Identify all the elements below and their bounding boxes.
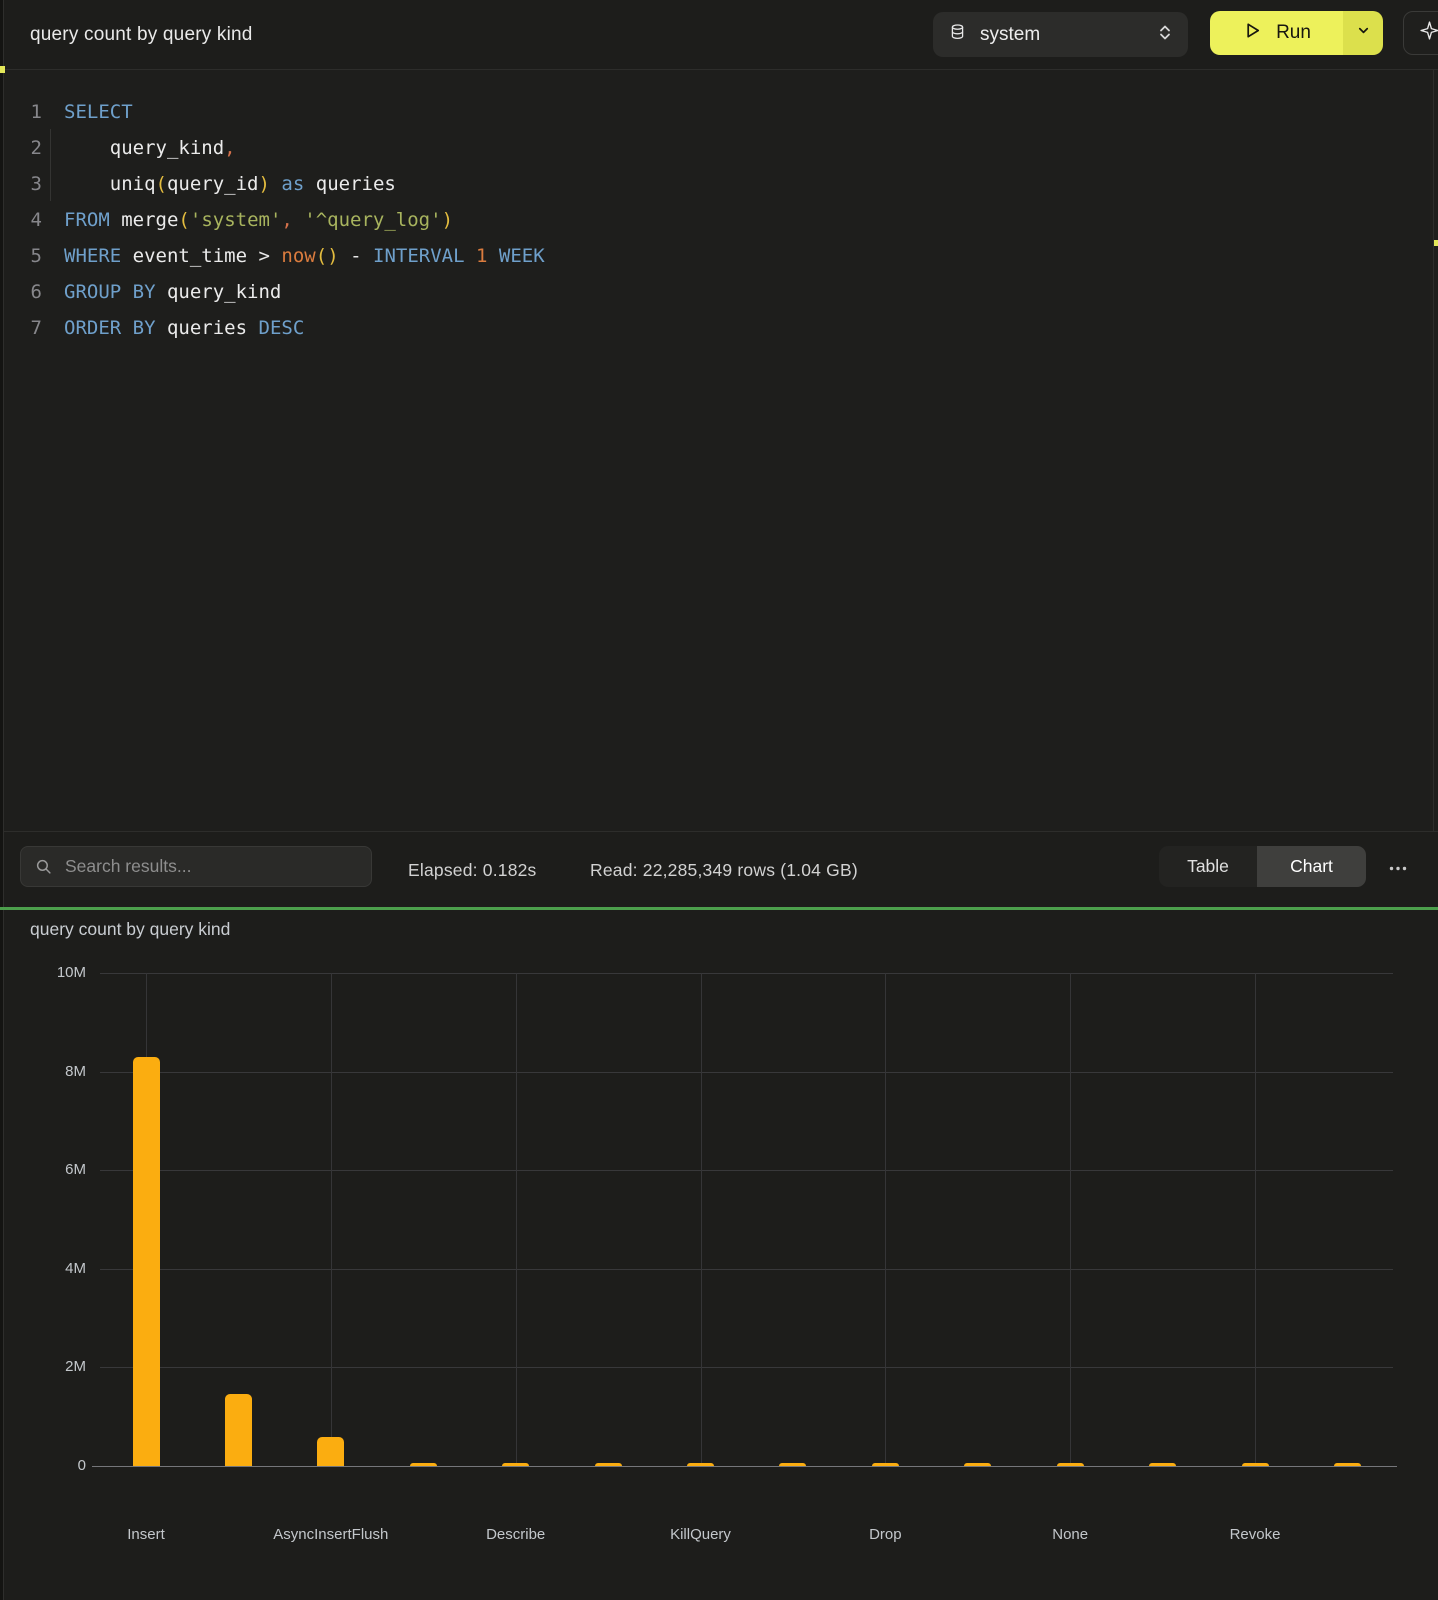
x-axis-label: Insert — [56, 1525, 236, 1545]
editor-lines: 1SELECT2 query_kind,3 uniq(query_id) as … — [0, 94, 1420, 346]
code-line: 5 WHERE event_time > now() - INTERVAL 1 W… — [0, 238, 1420, 274]
gridline-horizontal — [100, 1367, 1393, 1368]
chart-bar — [1149, 1463, 1176, 1466]
database-selector-value: system — [980, 24, 1144, 46]
code-text: SELECT — [64, 94, 133, 130]
database-icon — [949, 23, 966, 46]
x-axis-label: Revoke — [1165, 1525, 1345, 1545]
top-bar: query count by query kind system — [0, 0, 1438, 70]
overview-ruler-marker — [1434, 240, 1438, 246]
chart-bar — [1334, 1463, 1361, 1466]
elapsed-stat: Elapsed: 0.182s — [408, 832, 537, 908]
run-button-label: Run — [1276, 22, 1311, 44]
y-axis-label: 4M — [20, 1259, 86, 1279]
line-number: 1 — [0, 94, 42, 130]
chart-title: query count by query kind — [30, 919, 230, 940]
chart-bar — [410, 1463, 437, 1466]
chart-bar — [964, 1463, 991, 1466]
format-query-button[interactable] — [1403, 11, 1438, 55]
gridline-vertical — [701, 973, 702, 1466]
gridline-horizontal — [100, 973, 1393, 974]
run-options-button[interactable] — [1343, 11, 1383, 55]
ellipsis-icon — [1389, 858, 1407, 876]
gridline-vertical — [1070, 973, 1071, 1466]
code-text: query_kind, — [64, 130, 236, 166]
code-line: 1 SELECT — [0, 94, 1420, 130]
gridline-vertical — [331, 973, 332, 1466]
y-axis-label: 0 — [20, 1456, 86, 1476]
chart-bar — [595, 1463, 622, 1466]
left-edge-rail — [0, 0, 4, 1600]
database-selector[interactable]: system — [933, 12, 1188, 57]
code-line: 4 FROM merge('system', '^query_log') — [0, 202, 1420, 238]
run-button[interactable]: Run — [1210, 11, 1343, 55]
y-axis-label: 2M — [20, 1357, 86, 1377]
play-icon — [1242, 20, 1263, 47]
query-title: query count by query kind — [30, 24, 253, 46]
chart-bar — [779, 1463, 806, 1466]
chevron-updown-icon — [1158, 24, 1172, 46]
x-axis-label: KillQuery — [611, 1525, 791, 1545]
chart-bar — [502, 1463, 529, 1466]
line-number: 2 — [0, 130, 42, 166]
line-number: 3 — [0, 166, 42, 202]
chart-panel: query count by query kind 10M 8M 6M 4M 2M 0 In… — [0, 910, 1438, 1600]
search-box — [20, 846, 372, 887]
editor-cursor-marker — [0, 66, 5, 73]
code-text: ORDER BY queries DESC — [64, 310, 304, 346]
indent-guide — [50, 129, 51, 201]
gridline-horizontal — [100, 1170, 1393, 1171]
code-line: 3 uniq(query_id) as queries — [0, 166, 1420, 202]
sql-console-window: query count by query kind system — [0, 0, 1438, 1600]
run-split-button: Run — [1210, 11, 1383, 55]
tab-chart[interactable]: Chart — [1257, 846, 1366, 887]
sparkle-icon — [1419, 20, 1438, 46]
view-toggle: Table Chart — [1159, 846, 1366, 887]
gridline-horizontal — [100, 1072, 1393, 1073]
chart-bar — [1242, 1463, 1269, 1466]
chart-bar — [225, 1394, 252, 1466]
gridline-vertical — [516, 973, 517, 1466]
code-text: GROUP BY query_kind — [64, 274, 281, 310]
sql-editor[interactable]: 1SELECT2 query_kind,3 uniq(query_id) as … — [0, 70, 1438, 831]
panel-resize-divider[interactable] — [0, 907, 1438, 910]
code-text: uniq(query_id) as queries — [64, 166, 396, 202]
search-results-input[interactable] — [21, 847, 371, 886]
chevron-down-icon — [1356, 23, 1371, 43]
x-axis-line — [92, 1466, 1397, 1467]
chart-bar — [1057, 1463, 1084, 1466]
y-axis-label: 8M — [20, 1062, 86, 1082]
x-axis-label: Describe — [426, 1525, 606, 1545]
chart-bar — [687, 1463, 714, 1466]
chart-bar — [872, 1463, 899, 1466]
x-axis-label: None — [980, 1525, 1160, 1545]
chart-bar — [317, 1437, 344, 1466]
code-text: FROM merge('system', '^query_log') — [64, 202, 453, 238]
y-axis-label: 6M — [20, 1160, 86, 1180]
line-number: 7 — [0, 310, 42, 346]
line-number: 4 — [0, 202, 42, 238]
editor-scrollbar[interactable] — [1433, 70, 1438, 831]
x-axis-label: AsyncInsertFlush — [241, 1525, 421, 1545]
code-text: WHERE event_time > now() - INTERVAL 1 WE… — [64, 238, 545, 274]
x-axis-label: Drop — [795, 1525, 975, 1545]
line-number: 6 — [0, 274, 42, 310]
more-options-button[interactable] — [1378, 846, 1418, 887]
y-axis-label: 10M — [20, 963, 86, 983]
gridline-horizontal — [100, 1269, 1393, 1270]
line-number: 5 — [0, 238, 42, 274]
results-toolbar: Elapsed: 0.182s Read: 22,285,349 rows (1… — [0, 831, 1438, 907]
read-stat: Read: 22,285,349 rows (1.04 GB) — [590, 832, 858, 908]
gridline-vertical — [885, 973, 886, 1466]
tab-table[interactable]: Table — [1159, 846, 1257, 887]
code-line: 7 ORDER BY queries DESC — [0, 310, 1420, 346]
gridline-vertical — [1255, 973, 1256, 1466]
chart-bar — [133, 1057, 160, 1466]
code-line: 2 query_kind, — [0, 130, 1420, 166]
code-line: 6 GROUP BY query_kind — [0, 274, 1420, 310]
